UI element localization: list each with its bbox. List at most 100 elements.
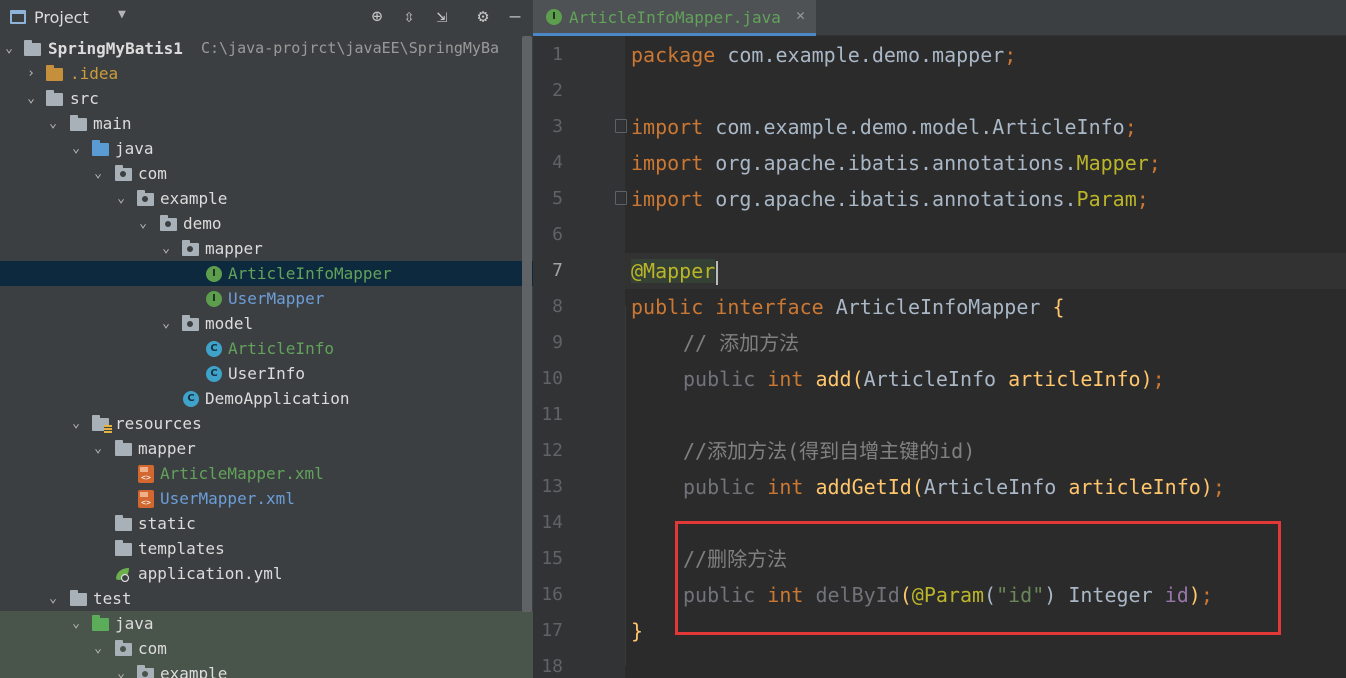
crosshair-icon[interactable]: ⊕ <box>366 6 388 28</box>
code-line-12[interactable]: //添加方法(得到自增主键的id) <box>683 433 1346 469</box>
chevron-down-icon[interactable]: ⌄ <box>136 211 150 236</box>
tree-item-java[interactable]: ⌄ java <box>0 136 533 161</box>
tree-item-demo-application[interactable]: C DemoApplication <box>0 386 533 411</box>
tree-item-label: DemoApplication <box>205 389 350 408</box>
close-icon[interactable]: ✕ <box>796 6 805 24</box>
code-area[interactable]: package com.example.demo.mapper; import … <box>625 36 1346 678</box>
tree-item-article-mapper-xml[interactable]: <> ArticleMapper.xml <box>0 461 533 486</box>
line-number: 18 <box>541 656 563 677</box>
package-icon <box>115 165 132 181</box>
tree-item-label: ArticleInfoMapper <box>228 264 392 283</box>
code-line-17[interactable]: } <box>631 613 1346 649</box>
tree-item-resources[interactable]: ⌄ resources <box>0 411 533 436</box>
chevron-down-icon[interactable]: ⌄ <box>46 586 60 611</box>
tree-item-label: .idea <box>70 64 119 83</box>
code-line-3[interactable]: import com.example.demo.model.ArticleInf… <box>631 109 1346 145</box>
chevron-down-icon[interactable]: ⌄ <box>91 636 105 661</box>
tree-item-article-info[interactable]: C ArticleInfo <box>0 336 533 361</box>
code-line-1[interactable]: package com.example.demo.mapper; <box>631 37 1346 73</box>
import-path-token: org.apache.ibatis.annotations. <box>703 187 1077 211</box>
tree-item-label: example <box>160 189 228 208</box>
minimize-icon[interactable]: — <box>504 6 526 28</box>
code-line-4[interactable]: import org.apache.ibatis.annotations.Map… <box>631 145 1346 181</box>
line-number: 1 <box>552 44 563 65</box>
tree-item-user-mapper[interactable]: I UserMapper <box>0 286 533 311</box>
line-number-gutter: 1 2 3 4 5 6 7 8 9 10 11 12 13 14 15 16 1… <box>533 36 627 678</box>
project-panel: Project ▼ ⊕ ⇳ ⇲ ⚙ — ⌄ SpringMyBatis1 C:\… <box>0 0 533 678</box>
tree-item-test-com[interactable]: ⌄ com <box>0 636 533 661</box>
tab-article-info-mapper[interactable]: I ArticleInfoMapper.java ✕ <box>533 0 816 36</box>
tree-item-user-info[interactable]: C UserInfo <box>0 361 533 386</box>
brace-token: { <box>1052 295 1065 319</box>
expand-all-icon[interactable]: ⇳ <box>398 6 420 28</box>
tree-item-test-example[interactable]: ⌄ example <box>0 661 533 678</box>
tree-item-static[interactable]: static <box>0 511 533 536</box>
code-line-16[interactable]: public int delById(@Param("id") Integer … <box>683 577 1346 613</box>
tree-scrollbar[interactable] <box>522 36 532 612</box>
chevron-down-icon[interactable]: ⌄ <box>24 86 38 111</box>
chevron-down-icon[interactable]: ▼ <box>118 7 126 22</box>
folder-icon <box>46 90 63 106</box>
collapse-all-icon[interactable]: ⇲ <box>431 6 453 28</box>
code-line-13[interactable]: public int addGetId(ArticleInfo articleI… <box>683 469 1346 505</box>
chevron-down-icon[interactable]: ⌄ <box>159 236 173 261</box>
chevron-down-icon[interactable]: ⌄ <box>46 111 60 136</box>
chevron-down-icon[interactable]: ⌄ <box>114 661 128 678</box>
tree-item-example[interactable]: ⌄ example <box>0 186 533 211</box>
folder-icon <box>115 440 132 456</box>
code-line-9[interactable]: // 添加方法 <box>683 325 1346 361</box>
chevron-down-icon[interactable]: ⌄ <box>69 136 83 161</box>
tree-item-article-info-mapper[interactable]: I ArticleInfoMapper <box>0 261 533 286</box>
source-folder-icon <box>92 140 109 156</box>
tree-item-application-yml[interactable]: application.yml <box>0 561 533 586</box>
tree-item-resources-mapper[interactable]: ⌄ mapper <box>0 436 533 461</box>
tree-item-demo[interactable]: ⌄ demo <box>0 211 533 236</box>
semicolon-token: ; <box>1152 367 1165 391</box>
tab-label: ArticleInfoMapper.java <box>569 8 781 27</box>
tree-item-label: com <box>138 639 167 658</box>
tree-item-test[interactable]: ⌄ test <box>0 586 533 611</box>
gear-icon[interactable]: ⚙ <box>472 6 494 28</box>
tree-item-com[interactable]: ⌄ com <box>0 161 533 186</box>
tree-item-idea[interactable]: › .idea <box>0 61 533 86</box>
package-icon <box>182 315 199 331</box>
tree-item-user-mapper-xml[interactable]: <> UserMapper.xml <box>0 486 533 511</box>
code-line-15[interactable]: //删除方法 <box>683 541 1346 577</box>
chevron-down-icon[interactable]: ⌄ <box>69 611 83 636</box>
code-line-5[interactable]: import org.apache.ibatis.annotations.Par… <box>631 181 1346 217</box>
chevron-down-icon[interactable]: ⌄ <box>91 436 105 461</box>
chevron-right-icon[interactable]: › <box>24 61 38 86</box>
chevron-down-icon[interactable]: ⌄ <box>91 161 105 186</box>
chevron-down-icon[interactable]: ⌄ <box>69 411 83 436</box>
chevron-down-icon[interactable]: ⌄ <box>2 36 16 61</box>
tree-item-templates[interactable]: templates <box>0 536 533 561</box>
tree-item-root[interactable]: ⌄ SpringMyBatis1 C:\java-projrct\javaEE\… <box>0 36 533 61</box>
tree-item-src[interactable]: ⌄ src <box>0 86 533 111</box>
chevron-down-icon[interactable]: ⌄ <box>114 186 128 211</box>
import-path-token: org.apache.ibatis.annotations. <box>703 151 1077 175</box>
tree-item-test-java[interactable]: ⌄ java <box>0 611 533 636</box>
tree-item-model[interactable]: ⌄ model <box>0 311 533 336</box>
tree-item-label: example <box>160 664 228 678</box>
code-editor: I ArticleInfoMapper.java ✕ 1 2 3 4 5 6 7… <box>533 0 1346 678</box>
chevron-down-icon[interactable]: ⌄ <box>159 311 173 336</box>
line-number-current: 7 <box>552 260 563 281</box>
line-number: 8 <box>552 296 563 317</box>
project-panel-title[interactable]: Project <box>34 8 89 27</box>
tree-item-label: mapper <box>138 439 196 458</box>
code-line-10[interactable]: public int add(ArticleInfo articleInfo); <box>683 361 1346 397</box>
tree-item-label: SpringMyBatis1 <box>48 39 183 58</box>
keyword-token: public <box>631 295 704 319</box>
comment-token: //添加方法(得到自增主键的id) <box>683 439 976 463</box>
tree-item-label: UserMapper.xml <box>160 489 295 508</box>
semicolon-token: ; <box>1124 115 1137 139</box>
tree-item-mapper[interactable]: ⌄ mapper <box>0 236 533 261</box>
comment-token: // 添加方法 <box>683 331 800 355</box>
module-folder-icon <box>24 40 41 56</box>
code-line-8[interactable]: public interface ArticleInfoMapper { <box>631 289 1346 325</box>
tree-item-main[interactable]: ⌄ main <box>0 111 533 136</box>
spring-boot-class-icon: C <box>183 391 199 407</box>
code-line-7[interactable]: @Mapper <box>625 253 1346 289</box>
tree-item-label: demo <box>183 214 222 233</box>
tree-item-label: mapper <box>205 239 263 258</box>
